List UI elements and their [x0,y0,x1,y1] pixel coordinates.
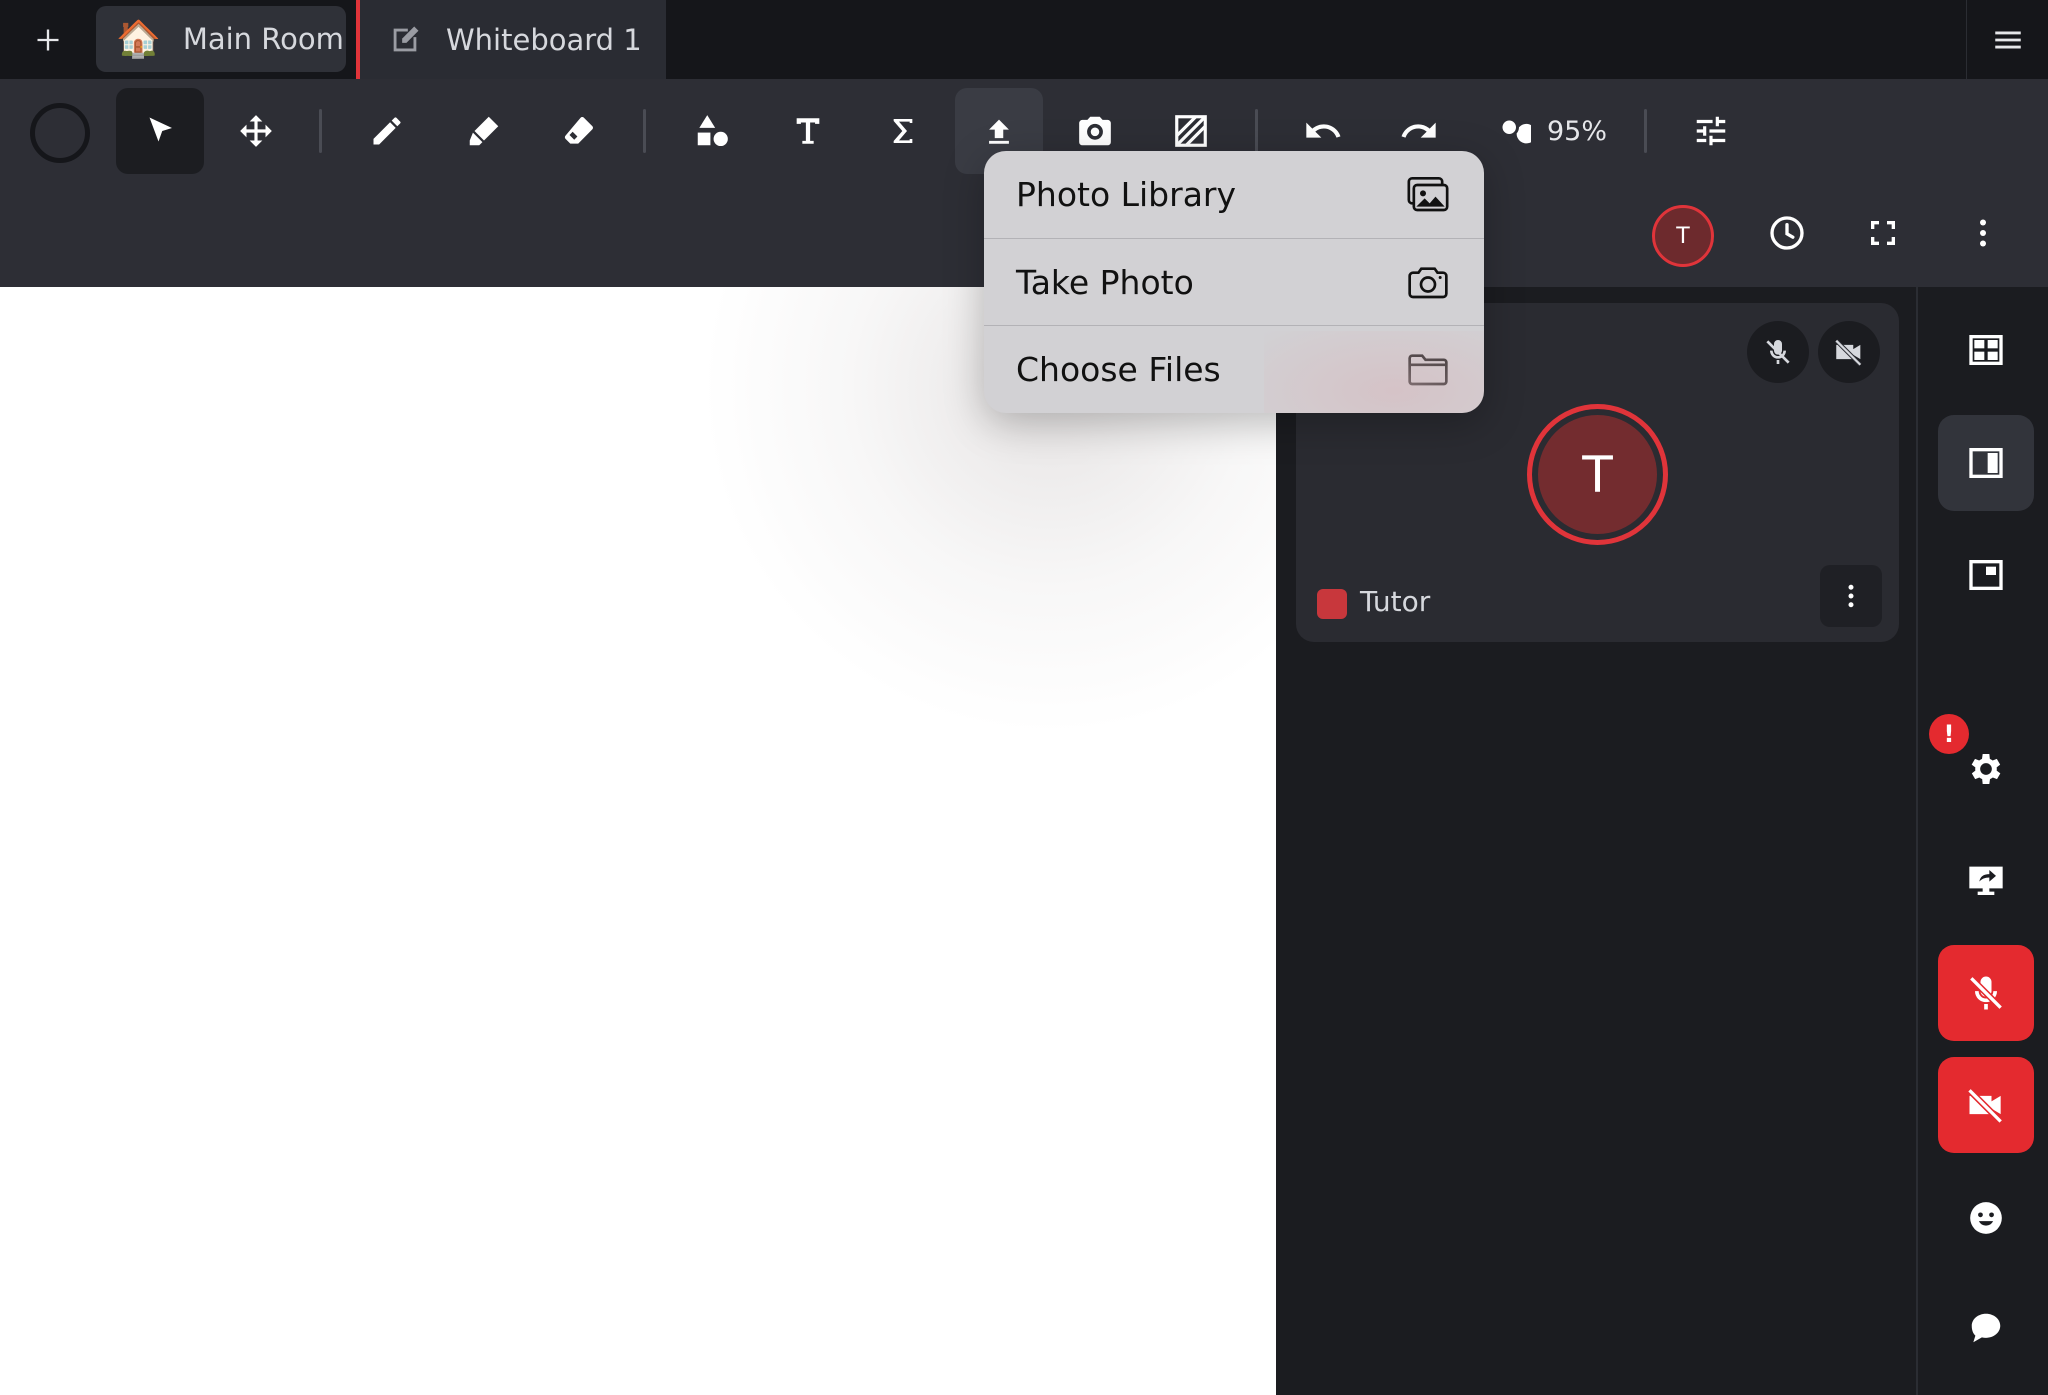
fullscreen-icon [1871,221,1895,245]
participant-avatar: T [1527,404,1668,545]
grid-layout-icon [1969,335,2003,365]
menu-icon [1994,31,2021,48]
highlighter-icon [469,116,499,146]
right-rail: ! [1916,287,2048,1395]
clock-icon [1770,216,1804,250]
redo-icon [1401,122,1436,138]
vertical-dots-icon [1848,584,1854,608]
pen-tool[interactable] [343,88,431,174]
photo-library-icon [1407,176,1449,211]
tune-sliders-icon [1696,116,1726,146]
sidebar-layout-icon [1969,448,2003,478]
choose-files-option[interactable]: Choose Files [984,325,1484,412]
screen-share-icon [1969,866,2003,895]
pip-layout-button[interactable] [1938,527,2034,623]
history-button[interactable] [1757,203,1817,263]
camera-toggle-button[interactable] [1938,1057,2034,1153]
eraser-icon [564,117,593,144]
undo-icon [1306,122,1341,138]
fullscreen-button[interactable] [1853,203,1913,263]
mic-off-icon [1766,340,1790,364]
toolbar-divider [643,109,646,153]
tab-bar: 🏠 Main Room Whiteboard 1 [0,0,2048,79]
plus-icon [37,29,59,51]
grid-layout-button[interactable] [1938,302,2034,398]
screen-share-button[interactable] [1938,832,2034,928]
math-tool[interactable] [859,88,947,174]
chat-bubble-icon [1971,1313,2001,1343]
add-tab-button[interactable] [20,14,76,66]
text-icon [796,118,820,144]
color-picker[interactable] [30,103,90,163]
upload-icon [989,119,1009,144]
tab-whiteboard-1[interactable]: Whiteboard 1 [356,0,666,79]
shapes-tool[interactable] [668,88,756,174]
participant-more-button[interactable] [1820,565,1882,627]
participant-color-swatch [1317,589,1347,619]
eraser-tool[interactable] [535,88,623,174]
sidebar-layout-button[interactable] [1938,415,2034,511]
reactions-button[interactable] [1938,1170,2034,1266]
video-off-icon [1834,339,1862,367]
upload-menu: Photo Library Take Photo Choose Files [984,151,1484,413]
folder-icon [1408,354,1448,386]
zoom-level: 95% [1547,115,1608,147]
smiley-icon [1970,1202,2002,1234]
pan-tool[interactable] [212,88,300,174]
hatch-pattern-icon [1175,115,1207,147]
tool-settings-button[interactable] [1667,88,1755,174]
house-emoji: 🏠 [116,19,161,60]
whiteboard-canvas[interactable] [0,287,1276,1395]
pointer-arrow-icon [149,117,172,142]
picture-in-picture-icon [1969,560,2003,590]
participant-name: Tutor [1360,585,1431,618]
chat-button[interactable] [1938,1280,2034,1376]
take-photo-option[interactable]: Take Photo [984,238,1484,325]
gear-icon [1971,754,2001,784]
pencil-icon [373,117,401,145]
video-off-icon [1967,1088,2003,1124]
tab-label: Whiteboard 1 [446,22,642,57]
edit-note-icon [388,23,422,57]
toolbar-divider [319,109,322,153]
camera-status [1818,321,1880,383]
move-icon [240,115,272,147]
text-tool[interactable] [764,88,852,174]
tab-label: Main Room [182,22,344,56]
zoom-control[interactable]: 95% [1495,105,1607,157]
sigma-icon [893,119,913,143]
highlighter-tool[interactable] [440,88,528,174]
shapes-icon [697,115,728,147]
mic-status [1747,321,1809,383]
settings-button[interactable] [1938,721,2034,817]
select-tool[interactable] [116,88,204,174]
toolbar-divider [1644,109,1647,153]
vertical-dots-icon [1980,219,1986,247]
toolbar-divider [1255,109,1258,153]
camera-icon [1408,267,1448,299]
magnifier-icon [1502,120,1531,144]
hamburger-menu-button[interactable] [1966,0,2048,79]
camera-icon [1079,116,1111,146]
participants-panel: T Tutor [1276,287,1916,1395]
photo-library-option[interactable]: Photo Library [984,151,1484,238]
more-options-button[interactable] [1953,203,2013,263]
mic-toggle-button[interactable] [1938,945,2034,1041]
tab-main-room[interactable]: 🏠 Main Room [96,6,346,72]
mic-off-icon [1969,976,2003,1010]
user-avatar[interactable]: T [1652,205,1714,267]
